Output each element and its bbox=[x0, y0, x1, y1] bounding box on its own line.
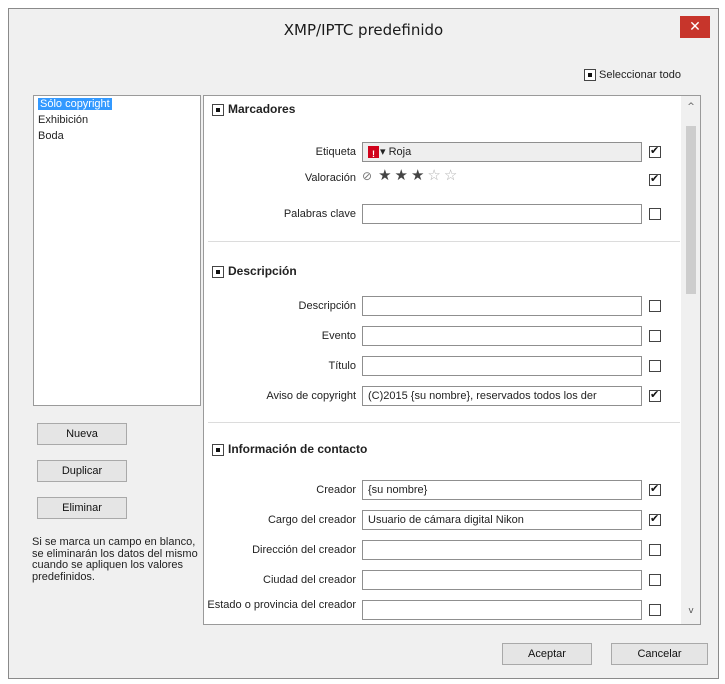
creator-checkbox[interactable] bbox=[649, 482, 661, 496]
section-divider bbox=[208, 422, 680, 423]
creator-job-input[interactable]: Usuario de cámara digital Nikon bbox=[362, 510, 642, 530]
label-field-label: Etiqueta bbox=[315, 146, 356, 158]
section-markers-header[interactable]: Marcadores bbox=[212, 102, 295, 116]
close-button[interactable]: ✕ bbox=[680, 16, 710, 38]
creator-state-input[interactable] bbox=[362, 600, 642, 620]
creator-address-label: Dirección del creador bbox=[252, 544, 356, 556]
star-filled-icon[interactable]: ★ bbox=[411, 166, 427, 184]
event-checkbox[interactable] bbox=[649, 330, 661, 342]
creator-city-label: Ciudad del creador bbox=[263, 574, 356, 586]
creator-state-label: Estado o provincia del creador bbox=[207, 599, 356, 611]
creator-job-label: Cargo del creador bbox=[267, 514, 356, 526]
preset-item[interactable]: Exhibición bbox=[34, 112, 200, 128]
rating-checkbox[interactable] bbox=[649, 172, 661, 186]
star-filled-icon[interactable]: ★ bbox=[378, 166, 394, 184]
star-empty-icon[interactable]: ☆ bbox=[444, 166, 460, 184]
event-input[interactable] bbox=[362, 326, 642, 346]
section-description-header[interactable]: Descripción bbox=[212, 264, 297, 278]
new-preset-button[interactable]: Nueva bbox=[37, 423, 127, 445]
event-label: Evento bbox=[321, 330, 356, 342]
creator-address-input[interactable] bbox=[362, 540, 642, 560]
clear-rating-icon[interactable]: ⊘ bbox=[362, 169, 378, 183]
metadata-form: Marcadores Etiqueta ▾ Roja Valoración ⊘★… bbox=[203, 95, 701, 625]
description-checkbox[interactable] bbox=[649, 300, 661, 312]
section-markers-checkbox[interactable] bbox=[212, 103, 224, 116]
dialog-title: XMP/IPTC predefinido bbox=[283, 21, 444, 39]
scroll-thumb[interactable] bbox=[686, 126, 696, 294]
rating-label: Valoración bbox=[304, 172, 356, 184]
section-divider bbox=[208, 241, 680, 242]
title-input[interactable] bbox=[362, 356, 642, 376]
keywords-input[interactable] bbox=[362, 204, 642, 224]
scroll-down-icon[interactable]: v bbox=[681, 602, 700, 620]
label-color-value: ▾ Roja bbox=[380, 146, 412, 158]
keywords-label: Palabras clave bbox=[283, 208, 356, 220]
creator-city-checkbox[interactable] bbox=[649, 574, 661, 586]
creator-city-input[interactable] bbox=[362, 570, 642, 590]
creator-input[interactable]: {su nombre} bbox=[362, 480, 642, 500]
cancel-button[interactable]: Cancelar bbox=[611, 643, 708, 665]
creator-label: Creador bbox=[316, 484, 356, 496]
form-scrollbar[interactable]: ^ v bbox=[681, 96, 700, 624]
star-empty-icon[interactable]: ☆ bbox=[427, 166, 443, 184]
select-all-checkbox[interactable] bbox=[584, 69, 596, 82]
description-label: Descripción bbox=[298, 300, 356, 312]
accept-button[interactable]: Aceptar bbox=[502, 643, 592, 665]
copyright-label: Aviso de copyright bbox=[266, 390, 356, 402]
creator-address-checkbox[interactable] bbox=[649, 544, 661, 556]
dialog-window: XMP/IPTC predefinido ✕ Seleccionar todo … bbox=[8, 8, 719, 679]
preset-item[interactable]: Sólo copyright bbox=[34, 96, 200, 112]
title-checkbox[interactable] bbox=[649, 360, 661, 372]
blank-field-hint: Si se marca un campo en blanco, se elimi… bbox=[32, 536, 198, 583]
star-rating[interactable]: ⊘★★★☆☆ bbox=[362, 166, 460, 184]
star-filled-icon[interactable]: ★ bbox=[395, 166, 411, 184]
description-input[interactable] bbox=[362, 296, 642, 316]
select-all-toggle[interactable]: Seleccionar todo bbox=[584, 69, 681, 82]
copyright-checkbox[interactable] bbox=[649, 388, 661, 402]
select-all-label: Seleccionar todo bbox=[599, 69, 681, 82]
red-label-icon bbox=[368, 145, 379, 161]
scroll-up-icon[interactable]: ^ bbox=[681, 98, 700, 116]
preset-list[interactable]: Sólo copyright Exhibición Boda bbox=[33, 95, 201, 406]
keywords-checkbox[interactable] bbox=[649, 208, 661, 220]
creator-state-checkbox[interactable] bbox=[649, 604, 661, 616]
title-bar[interactable]: XMP/IPTC predefinido ✕ bbox=[9, 9, 718, 53]
section-description-checkbox[interactable] bbox=[212, 265, 224, 278]
copyright-input[interactable]: (C)2015 {su nombre}, reservados todos lo… bbox=[362, 386, 642, 406]
delete-preset-button[interactable]: Eliminar bbox=[37, 497, 127, 519]
section-contact-header[interactable]: Información de contacto bbox=[212, 442, 367, 456]
title-label: Título bbox=[328, 360, 356, 372]
section-contact-checkbox[interactable] bbox=[212, 443, 224, 456]
creator-job-checkbox[interactable] bbox=[649, 512, 661, 526]
label-field-checkbox[interactable] bbox=[649, 144, 661, 158]
preset-item[interactable]: Boda bbox=[34, 128, 200, 144]
label-color-dropdown[interactable]: ▾ Roja bbox=[362, 142, 642, 162]
duplicate-preset-button[interactable]: Duplicar bbox=[37, 460, 127, 482]
